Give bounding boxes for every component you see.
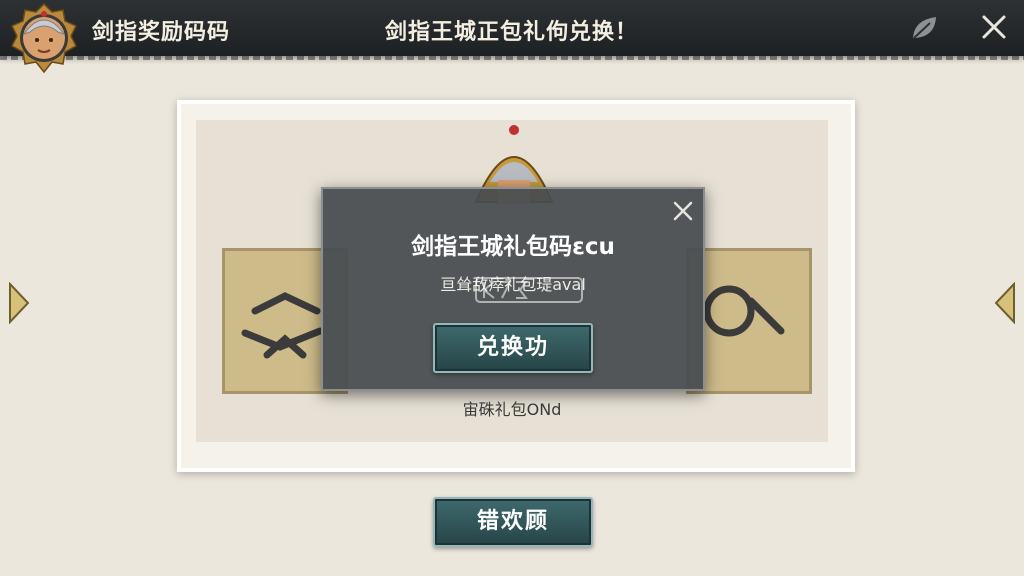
close-icon[interactable]	[671, 199, 695, 223]
k73-watermark-icon	[475, 277, 583, 303]
leaf-icon[interactable]	[910, 14, 940, 42]
gift-code-label: 宙硃礼包ONd	[462, 400, 562, 419]
triangle-left-icon[interactable]	[8, 282, 30, 324]
page-title: 剑指奖励码码	[92, 20, 231, 45]
close-icon[interactable]	[980, 13, 1008, 41]
triangle-right-icon[interactable]	[994, 282, 1016, 324]
emblem-icon	[703, 285, 785, 337]
redeem-button[interactable]: 兑换功	[433, 323, 593, 373]
dialog-title: 剑指王城礼包码εcu	[411, 234, 615, 260]
confirm-button[interactable]: 错欢顾	[433, 497, 593, 547]
hero-avatar-icon[interactable]	[8, 2, 80, 74]
header-notice: 剑指王城正包礼佝兑换！	[385, 20, 639, 45]
